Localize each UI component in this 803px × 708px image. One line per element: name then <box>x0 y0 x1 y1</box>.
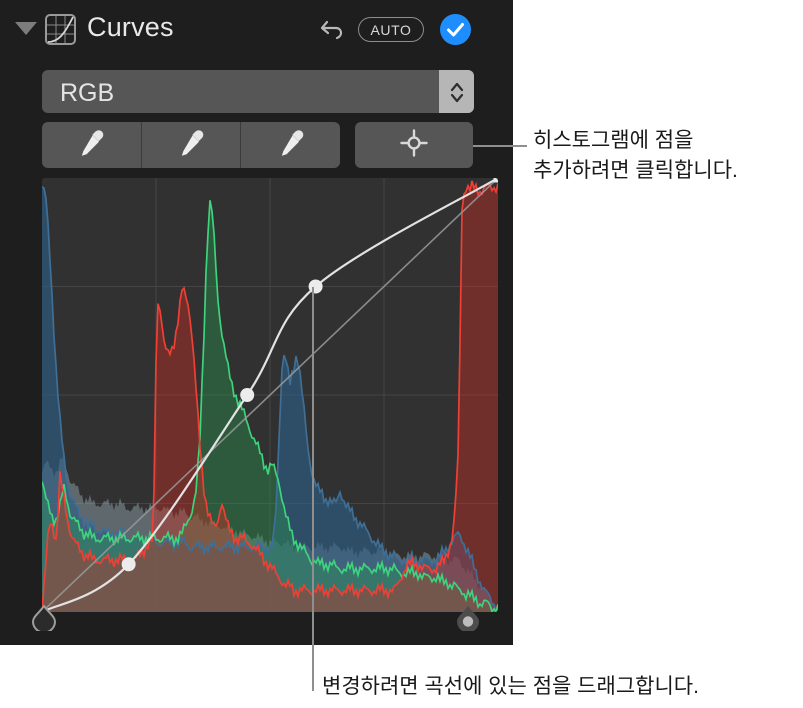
curve-point-shadow <box>121 557 136 572</box>
callout-top-line2: 추가하려면 클릭합니다. <box>533 159 738 182</box>
eyedropper-icon <box>74 126 108 165</box>
chevron-up-down-icon[interactable] <box>439 70 474 113</box>
set-black-point-eyedropper[interactable] <box>42 122 141 168</box>
undo-arrow-icon[interactable] <box>318 14 348 44</box>
curve-point-highlight <box>308 279 323 294</box>
auto-button-label: AUTO <box>370 21 412 38</box>
channel-select-value: RGB <box>60 79 115 107</box>
apply-checkmark-button[interactable] <box>440 14 471 45</box>
callout-leader-line-top <box>473 145 527 147</box>
curves-grid-icon <box>45 14 76 45</box>
callout-text-add-point: 히스토그램에 점을 추가하려면 클릭합니다. <box>533 126 798 186</box>
panel-header: Curves AUTO <box>0 0 513 60</box>
curve-point-mid <box>240 388 255 402</box>
curve-point-white <box>493 178 498 183</box>
curves-inspector-panel: Curves AUTO RGB <box>0 0 513 645</box>
add-point-target-button[interactable] <box>355 122 473 168</box>
set-gray-point-eyedropper[interactable] <box>140 122 241 168</box>
callout-text-drag-point: 변경하려면 곡선에 있는 점을 드래그합니다. <box>322 675 699 698</box>
callout-top-line1: 히스토그램에 점을 <box>533 129 694 152</box>
eyedropper-icon <box>274 126 308 165</box>
auto-button[interactable]: AUTO <box>358 17 424 42</box>
triangle-down-icon[interactable] <box>15 22 37 35</box>
histogram-plot <box>42 178 498 612</box>
set-white-point-eyedropper[interactable] <box>240 122 340 168</box>
eyedropper-button-group <box>42 122 340 168</box>
histogram-curves-graph[interactable] <box>42 178 498 612</box>
channel-select[interactable]: RGB <box>42 70 474 113</box>
crosshair-target-icon <box>399 128 429 163</box>
callout-leader-line-bottom <box>312 287 314 691</box>
white-point-handle[interactable] <box>455 605 481 633</box>
eyedropper-icon <box>174 126 208 165</box>
page-title: Curves <box>87 12 174 42</box>
black-point-handle[interactable] <box>31 604 57 634</box>
